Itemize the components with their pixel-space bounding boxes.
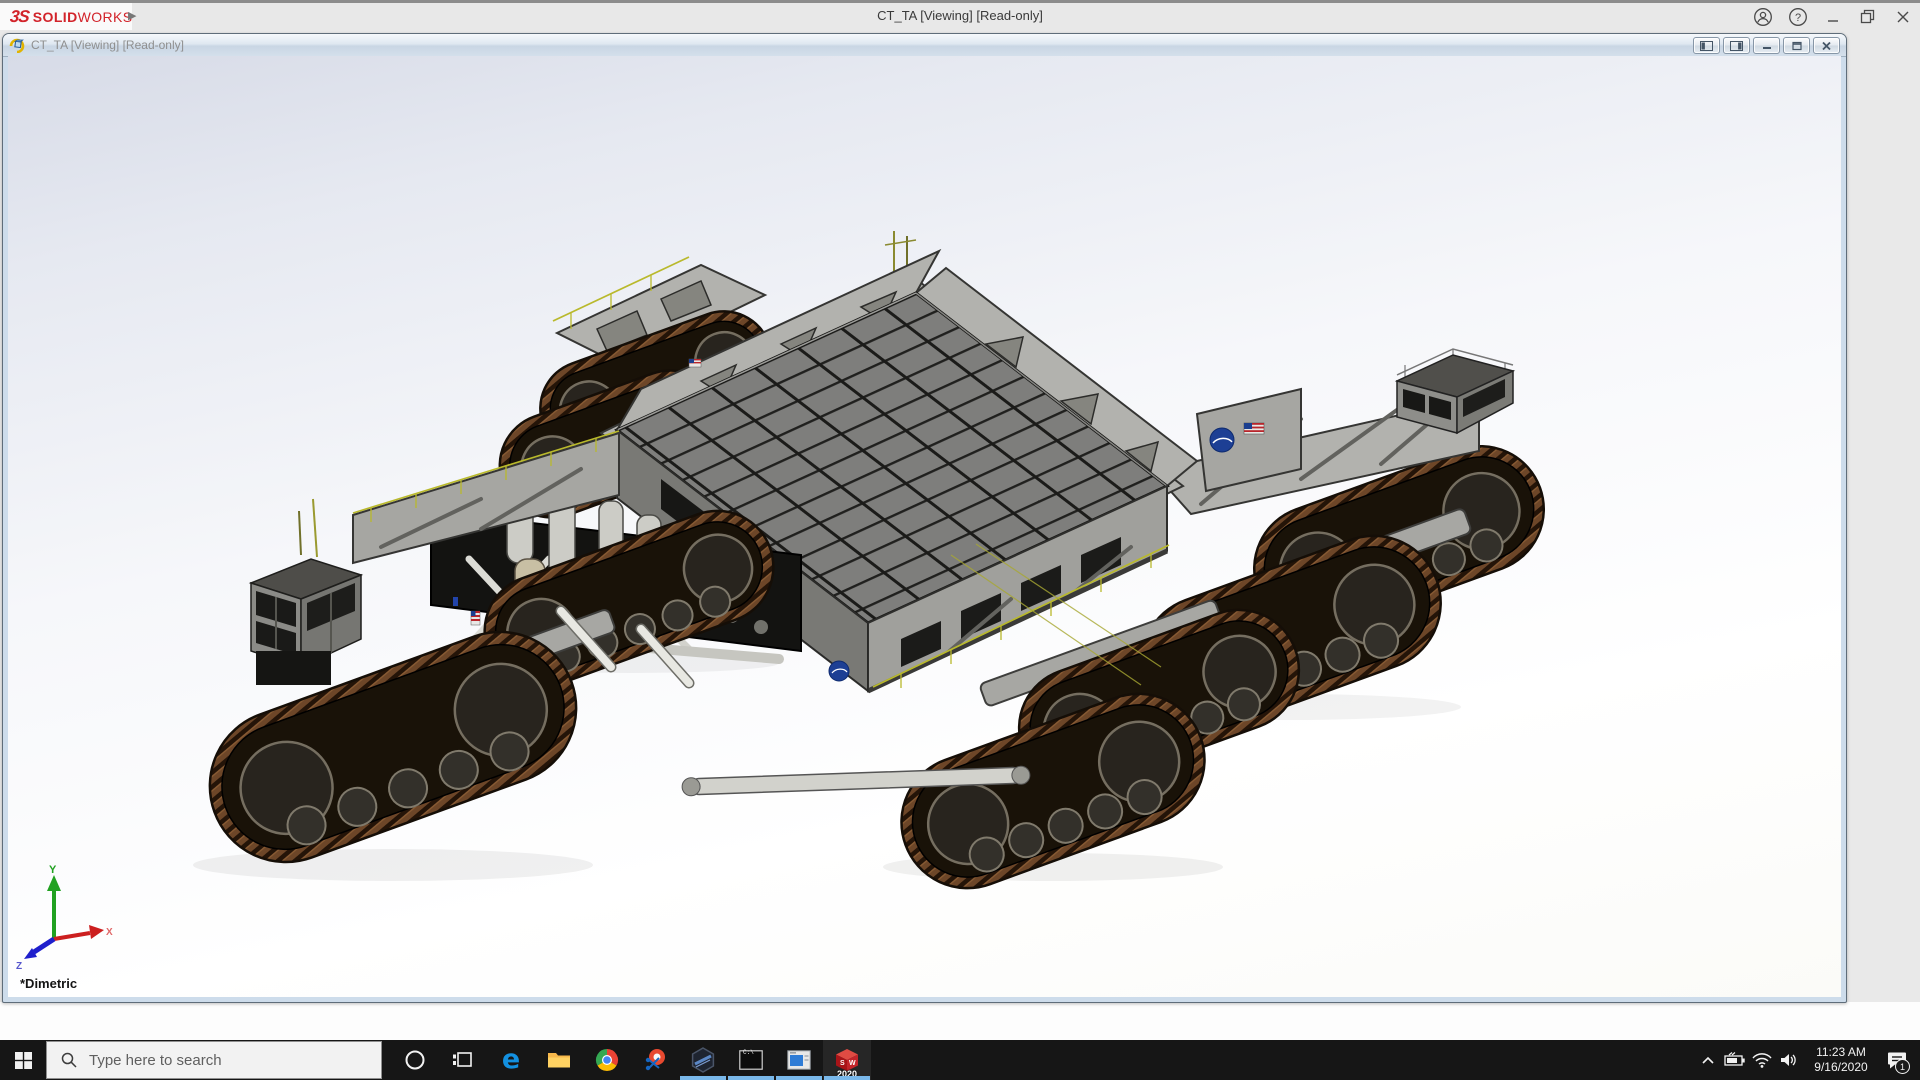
doc-close-button[interactable] <box>1813 37 1840 54</box>
statusbar-area <box>0 1002 1920 1040</box>
search-icon <box>61 1052 77 1068</box>
y-axis-label: Y <box>49 864 57 876</box>
doc-close-icon <box>1822 41 1831 50</box>
file-explorer-button[interactable] <box>535 1040 583 1080</box>
doc-restore-icon <box>1791 41 1802 50</box>
command-prompt-text: C:\ <box>743 1049 754 1056</box>
open-app-indicator <box>776 1076 822 1080</box>
view-orientation-label: *Dimetric <box>20 976 78 991</box>
scissors-app-button[interactable] <box>631 1040 679 1080</box>
chevron-up-icon <box>1701 1056 1714 1064</box>
us-flag-left <box>470 610 481 626</box>
hexagon-app-button[interactable] <box>679 1040 727 1080</box>
solidworks-2020-button[interactable]: S W 2020 <box>823 1040 871 1080</box>
us-flag-right <box>1243 422 1265 435</box>
volume-button[interactable] <box>1775 1040 1802 1080</box>
clock-date: 9/16/2020 <box>1814 1060 1868 1074</box>
open-app-indicator <box>680 1076 726 1080</box>
pane-right-icon <box>1730 40 1743 51</box>
cortana-icon <box>405 1050 425 1070</box>
cortana-button[interactable] <box>391 1040 439 1080</box>
search-input[interactable] <box>87 1050 331 1070</box>
orientation-triad: Y X Z <box>16 864 113 972</box>
help-icon: ? <box>1788 7 1807 26</box>
help-button[interactable]: ? <box>1780 3 1815 30</box>
chrome-icon <box>595 1049 619 1072</box>
nasa-meatball-right <box>1209 427 1235 453</box>
doc-minimize-icon <box>1762 47 1771 49</box>
restore-icon <box>1860 9 1875 24</box>
chrome-button[interactable] <box>583 1040 631 1080</box>
x-axis-arrow <box>89 925 104 939</box>
pane-left-button[interactable] <box>1693 37 1720 54</box>
window-app-button[interactable] <box>775 1040 823 1080</box>
pane-left-icon <box>1700 40 1713 51</box>
y-axis-arrow <box>47 875 61 891</box>
document-titlebar[interactable]: CT_TA [Viewing] [Read-only] <box>3 34 1846 57</box>
taskbar: e <box>0 1040 1920 1080</box>
account-button[interactable] <box>1745 3 1780 30</box>
task-view-icon <box>453 1052 472 1067</box>
nasa-meatball-left <box>828 660 850 682</box>
notification-badge: 1 <box>1895 1059 1910 1074</box>
z-axis-label: Z <box>16 961 22 972</box>
taskbar-clock[interactable]: 11:23 AM 9/16/2020 <box>1808 1045 1874 1075</box>
open-app-indicator <box>824 1076 870 1080</box>
window-title: CT_TA [Viewing] [Read-only] <box>877 8 1043 23</box>
doc-restore-button[interactable] <box>1783 37 1810 54</box>
close-icon <box>1897 11 1908 22</box>
taskbar-search[interactable] <box>46 1041 382 1079</box>
window-app-icon <box>787 1050 811 1070</box>
pane-right-button[interactable] <box>1723 37 1750 54</box>
system-tray: 11:23 AM 9/16/2020 1 <box>1694 1040 1914 1080</box>
right-cab <box>1394 348 1516 435</box>
doc-minimize-button[interactable] <box>1753 37 1780 54</box>
tray-chevron-button[interactable] <box>1694 1040 1721 1080</box>
svg-text:W: W <box>849 1060 856 1067</box>
command-prompt-button[interactable]: C:\ <box>727 1040 775 1080</box>
account-icon <box>1753 7 1772 26</box>
restore-button[interactable] <box>1850 3 1885 30</box>
document-title: CT_TA [Viewing] [Read-only] <box>31 38 184 52</box>
close-button[interactable] <box>1885 3 1920 30</box>
clock-time: 11:23 AM <box>1816 1045 1866 1059</box>
windows-logo-icon <box>14 1051 32 1069</box>
edge-icon: e <box>501 1044 521 1075</box>
minimize-icon <box>1827 19 1838 22</box>
file-explorer-icon <box>548 1053 570 1068</box>
start-button[interactable] <box>0 1040 46 1080</box>
minimize-button[interactable] <box>1815 3 1850 30</box>
svg-text:?: ? <box>1794 12 1800 24</box>
speaker-icon <box>1780 1054 1796 1066</box>
edge-button[interactable]: e <box>487 1040 535 1080</box>
battery-button[interactable] <box>1721 1040 1748 1080</box>
app-workspace: CT_TA [Viewing] [Read-only] Y X Z *Dimet… <box>0 30 1920 1040</box>
action-center-button[interactable]: 1 <box>1880 1040 1914 1080</box>
battery-icon <box>1723 1052 1745 1066</box>
task-view-button[interactable] <box>439 1040 487 1080</box>
scissors-app-icon <box>645 1049 665 1071</box>
us-flag-rear <box>688 358 702 368</box>
app-titlebar: 3S SOLID WORKS ▶ CT_TA [Viewing] [Read-on… <box>0 3 1920 31</box>
left-cab <box>248 498 364 685</box>
x-axis-label: X <box>106 927 113 938</box>
3d-viewport[interactable]: .belt{fill:url(#tread);stroke:#150e07;st… <box>8 56 1841 997</box>
open-app-indicator <box>728 1076 774 1080</box>
svg-text:S: S <box>840 1060 845 1067</box>
wifi-button[interactable] <box>1748 1040 1775 1080</box>
blue-pennant <box>453 597 458 606</box>
track-front-left-inner <box>208 630 578 864</box>
wifi-icon <box>1751 1052 1772 1068</box>
assembly-document-icon <box>9 38 25 53</box>
crawler-transporter-model: .belt{fill:url(#tread);stroke:#150e07;st… <box>193 231 1546 890</box>
document-window: CT_TA [Viewing] [Read-only] Y X Z *Dimet… <box>2 33 1847 1003</box>
screen: 3S SOLID WORKS ▶ CT_TA [Viewing] [Read-on… <box>0 0 1920 1080</box>
hexagon-app-icon <box>691 1047 715 1073</box>
